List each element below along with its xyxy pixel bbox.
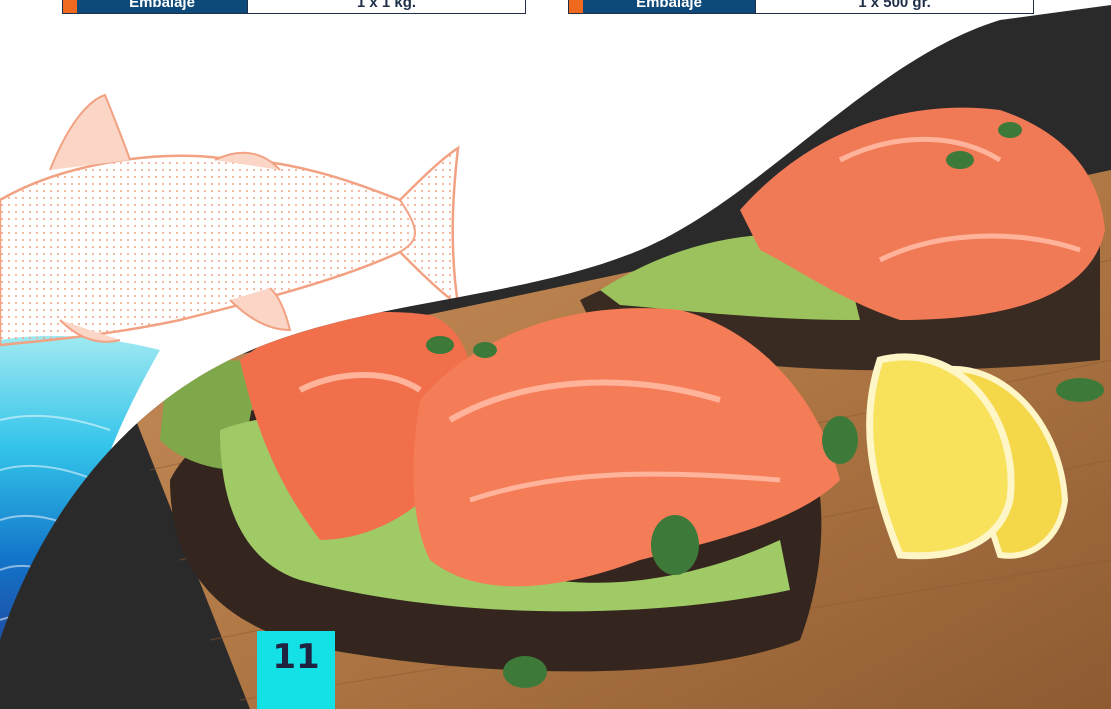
- smoked-salmon-photo: [0, 5, 1111, 709]
- page-number-badge: 11: [257, 631, 335, 709]
- food-photo-scene: [0, 5, 1111, 709]
- fish-illustration: [0, 93, 460, 347]
